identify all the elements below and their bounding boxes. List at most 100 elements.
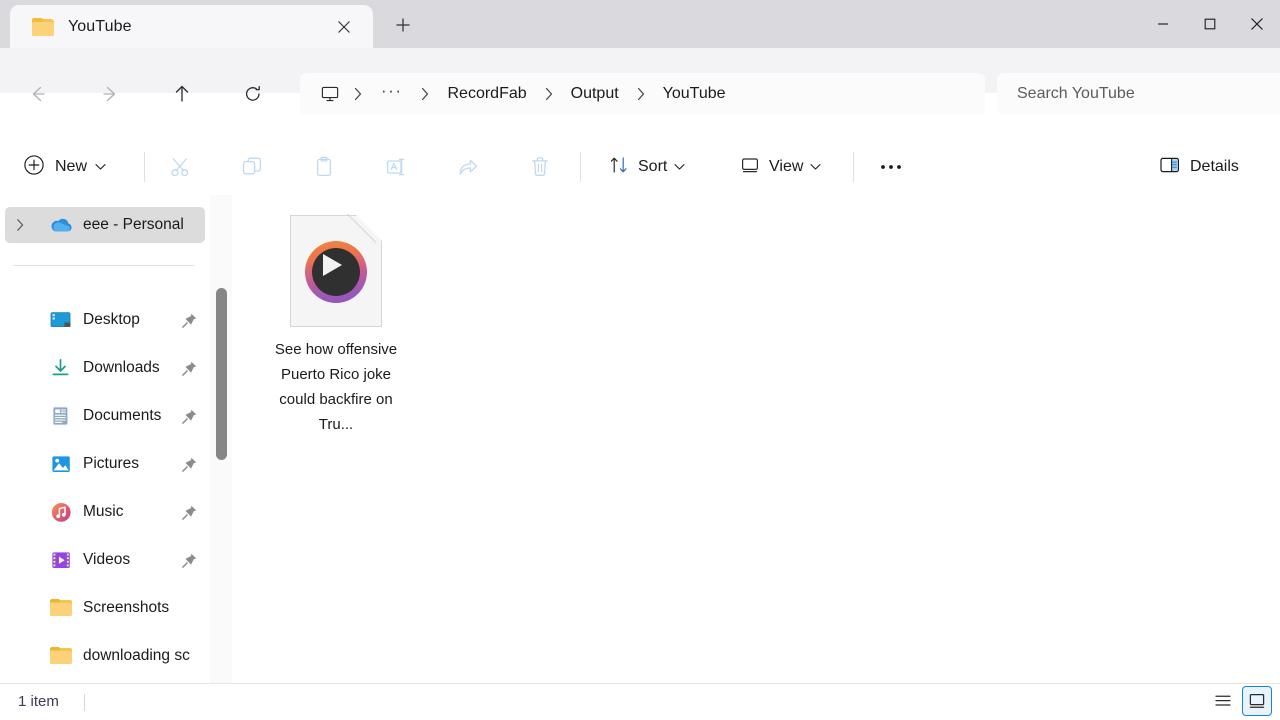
minimize-button[interactable] <box>1139 0 1186 48</box>
new-button-label: New <box>55 158 88 175</box>
cut-button[interactable] <box>160 147 200 187</box>
sidebar-scrollbar[interactable] <box>210 195 232 683</box>
videos-icon <box>49 549 73 571</box>
rename-button[interactable] <box>376 147 416 187</box>
toolbar-divider <box>853 152 854 182</box>
copy-button[interactable] <box>232 147 272 187</box>
this-pc-monitor-icon[interactable] <box>316 84 344 104</box>
details-view-icon <box>1215 695 1231 706</box>
details-pane-label: Details <box>1190 158 1239 175</box>
refresh-icon[interactable] <box>234 75 272 113</box>
sidebar-item-label: Pictures <box>83 455 139 472</box>
sidebar-item-label: Screenshots <box>83 599 170 616</box>
details-pane-button[interactable]: Details <box>1150 147 1255 187</box>
sidebar-item-documents[interactable]: Documents <box>5 398 205 434</box>
view-monitor-icon <box>740 155 760 180</box>
folder-icon <box>32 17 54 36</box>
pin-icon[interactable] <box>177 313 201 328</box>
music-icon <box>49 501 73 523</box>
breadcrumb-item-youtube[interactable]: YouTube <box>655 81 734 107</box>
pin-icon[interactable] <box>177 505 201 520</box>
paste-button[interactable] <box>304 147 344 187</box>
delete-button[interactable] <box>520 147 560 187</box>
sidebar-item-downloads[interactable]: Downloads <box>5 350 205 386</box>
folder-icon <box>49 645 73 667</box>
up-arrow-icon[interactable] <box>163 75 201 113</box>
details-pane-icon <box>1159 155 1181 180</box>
chevron-down-icon <box>810 158 821 176</box>
window-controls <box>1139 0 1280 48</box>
trash-icon <box>531 157 549 176</box>
sidebar-item-music[interactable]: Music <box>5 494 205 530</box>
folder-icon <box>49 597 73 619</box>
breadcrumb-separator <box>411 87 439 101</box>
sort-button[interactable]: Sort <box>600 147 694 187</box>
item-count-label: 1 item <box>18 693 59 710</box>
breadcrumb-item-output[interactable]: Output <box>563 81 627 107</box>
breadcrumb-separator <box>535 87 563 101</box>
chevron-down-icon <box>95 158 106 176</box>
sidebar-item-downloading-sc[interactable]: downloading sc <box>5 638 205 674</box>
sidebar-item-videos[interactable]: Videos <box>5 542 205 578</box>
pin-icon[interactable] <box>177 361 201 376</box>
sidebar-item-screenshots[interactable]: Screenshots <box>5 590 205 626</box>
media-player-file-icon <box>290 214 383 327</box>
plus-circle-icon <box>23 154 45 181</box>
new-tab-button[interactable] <box>386 9 420 41</box>
sort-button-label: Sort <box>638 158 668 175</box>
breadcrumb-overflow-button[interactable]: ··· <box>372 82 411 104</box>
pictures-icon <box>49 453 73 475</box>
file-name-label: See how offensive Puerto Rico joke could… <box>274 341 398 433</box>
pin-icon[interactable] <box>177 553 201 568</box>
forward-arrow-icon[interactable] <box>91 75 129 113</box>
close-tab-icon[interactable] <box>327 11 361 43</box>
toolbar-divider <box>580 152 581 182</box>
share-icon <box>459 159 478 175</box>
desktop-icon <box>49 309 73 331</box>
pin-icon[interactable] <box>177 409 201 424</box>
sort-arrows-icon <box>609 155 629 180</box>
sidebar-item-label: Desktop <box>83 311 140 328</box>
sidebar-item-desktop[interactable]: Desktop <box>5 302 205 338</box>
sidebar-item-onedrive[interactable]: eee - Personal <box>5 207 205 243</box>
breadcrumb-item-recordfab[interactable]: RecordFab <box>439 81 534 107</box>
sidebar-item-pictures[interactable]: Pictures <box>5 446 205 482</box>
copy-icon <box>242 157 262 175</box>
sidebar-scrollbar-thumb[interactable] <box>216 288 227 460</box>
view-toggle-group <box>1208 686 1272 716</box>
maximize-button[interactable] <box>1186 0 1233 48</box>
pin-icon[interactable] <box>177 457 201 472</box>
title-bar: YouTube <box>0 0 1280 48</box>
sidebar-divider <box>13 265 194 266</box>
see-more-button[interactable] <box>871 147 911 187</box>
view-button-label: View <box>769 158 804 175</box>
file-explorer-window: YouTube ··· RecordFab Output YouTube Sea… <box>0 0 1280 720</box>
share-button[interactable] <box>448 147 488 187</box>
toolbar-divider <box>144 152 145 182</box>
rename-icon <box>386 158 405 176</box>
navigation-sidebar: eee - Personal Desktop Downloads Documen… <box>0 195 210 683</box>
search-input[interactable] <box>1015 84 1280 104</box>
file-list-area[interactable]: See how offensive Puerto Rico joke could… <box>232 195 1280 683</box>
tab-youtube[interactable]: YouTube <box>10 5 373 48</box>
view-button[interactable]: View <box>731 147 830 187</box>
chevron-right-icon[interactable] <box>5 218 35 232</box>
back-arrow-icon[interactable] <box>19 75 57 113</box>
chevron-down-icon <box>674 158 685 176</box>
sidebar-item-label: Documents <box>83 407 162 424</box>
status-divider <box>84 694 85 711</box>
downloads-icon <box>49 357 73 379</box>
details-view-button[interactable] <box>1208 686 1238 716</box>
sidebar-item-label: Videos <box>83 551 131 568</box>
scissors-icon <box>171 158 189 177</box>
new-button[interactable]: New <box>15 147 116 187</box>
file-item[interactable]: See how offensive Puerto Rico joke could… <box>272 205 400 443</box>
sidebar-item-label: downloading sc <box>83 647 190 664</box>
sidebar-item-label: eee - Personal <box>83 216 184 233</box>
search-box[interactable] <box>997 73 1280 115</box>
close-button[interactable] <box>1233 0 1280 48</box>
address-bar-breadcrumb[interactable]: ··· RecordFab Output YouTube <box>300 73 985 115</box>
large-icons-view-button[interactable] <box>1242 686 1272 716</box>
tab-title: YouTube <box>68 17 132 35</box>
onedrive-cloud-icon <box>49 214 73 236</box>
